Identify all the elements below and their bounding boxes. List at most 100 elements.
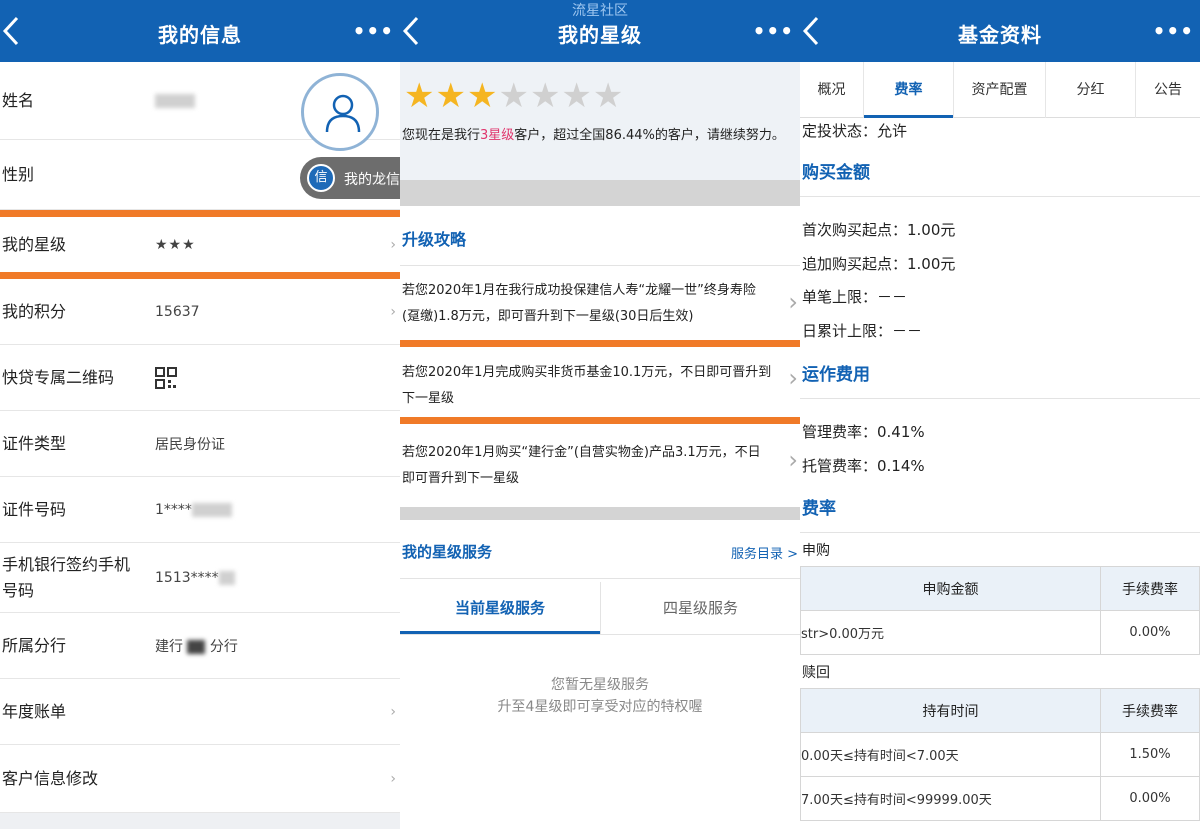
fund-tabs: 概况 费率 资产配置 分红 公告 <box>800 62 1200 118</box>
divider <box>400 578 800 579</box>
divider <box>800 532 1200 533</box>
custody-fee: 托管费率：0.14% <box>802 457 925 475</box>
avatar[interactable] <box>301 73 379 151</box>
row-label: 证件类型 <box>2 433 67 453</box>
tab-asset-allocation[interactable]: 资产配置 <box>954 62 1046 118</box>
empty-state-title: 您暂无星级服务 <box>551 677 649 693</box>
section-divider <box>400 507 800 520</box>
divider <box>400 634 800 635</box>
tab-overview[interactable]: 概况 <box>800 62 864 118</box>
divider <box>800 398 1200 399</box>
upgrade-tip[interactable]: 若您2020年1月购买“建行金”(自营实物金)产品3.1万元，不日即可晋升到下一… <box>402 440 772 492</box>
row-label: 证件号码 <box>2 499 67 519</box>
divider <box>800 196 1200 197</box>
row-label: 手机银行签约手机号码 <box>2 554 131 600</box>
info-row-phone: 手机银行签约手机号码 1513**** <box>0 543 400 613</box>
page-title: 我的星级 <box>558 23 642 47</box>
tab-announcements[interactable]: 公告 <box>1136 62 1200 118</box>
upgrade-tip[interactable]: 若您2020年1月在我行成功投保建信人寿“龙耀一世”终身寿险(趸缴)1.8万元，… <box>402 278 772 330</box>
tab-four-star-service[interactable]: 四星级服务 <box>600 582 800 634</box>
chevron-right-icon: › <box>788 288 798 316</box>
row-value <box>155 93 195 109</box>
upgrade-title: 升级攻略 <box>402 230 467 249</box>
star-rating: ★★★ <box>155 236 196 253</box>
service-catalog-link[interactable]: 服务目录 > <box>731 543 798 562</box>
chevron-right-icon: › <box>390 303 396 320</box>
highlight-bar <box>0 272 400 279</box>
footer-spacer <box>0 813 400 829</box>
header-bar: 我的星级 ••• <box>400 0 800 62</box>
single-purchase-max: 单笔上限：－－ <box>802 288 908 306</box>
auto-invest-status: 定投状态：允许 <box>802 122 908 140</box>
info-row-edit-profile[interactable]: 客户信息修改 › <box>0 745 400 813</box>
table-cell: str>0.00万元 <box>800 610 1101 655</box>
column-header: 手续费率 <box>1100 566 1200 611</box>
more-menu-button[interactable]: ••• <box>1153 19 1194 43</box>
column-header: 手续费率 <box>1100 688 1200 733</box>
badge-label: 我的龙信 <box>344 172 400 188</box>
more-menu-button[interactable]: ••• <box>353 19 394 43</box>
user-icon <box>325 94 361 133</box>
first-purchase-min: 首次购买起点：1.00元 <box>802 221 956 239</box>
row-label: 年度账单 <box>2 701 67 721</box>
header-bar: 基金资料 ••• <box>800 0 1200 62</box>
info-row-points[interactable]: 我的积分 15637 › <box>0 279 400 345</box>
tab-dividends[interactable]: 分红 <box>1046 62 1136 118</box>
additional-purchase-min: 追加购买起点：1.00元 <box>802 255 956 273</box>
info-row-id-type: 证件类型 居民身份证 <box>0 411 400 477</box>
star-empty-icon: ★ <box>498 76 530 116</box>
section-divider <box>400 180 800 206</box>
my-info-screen: 我的信息 ••• 姓名 性别 信 我的龙信 我的星级 ★★★ › 我的积分 15… <box>0 0 400 829</box>
header-bar: 我的信息 ••• <box>0 0 400 62</box>
row-value: 居民身份证 <box>155 436 225 453</box>
row-label: 姓名 <box>2 90 35 110</box>
row-value: 1513**** <box>155 570 235 586</box>
table-row: 7.00天≤持有时间<99999.00天 0.00% <box>800 776 1200 821</box>
star-filled-icon: ★ <box>466 76 499 116</box>
star-empty-icon: ★ <box>529 76 562 116</box>
my-star-level-screen: 我的星级 ••• ★★★★★★★ 您现在是我行3星级客户，超过全国86.44%的… <box>400 0 800 829</box>
info-row-qrcode[interactable]: 快贷专属二维码 <box>0 345 400 411</box>
column-header: 持有时间 <box>800 688 1101 733</box>
redeem-label: 赎回 <box>802 665 830 681</box>
page-title: 基金资料 <box>958 23 1042 47</box>
star-rating: ★★★★★★★ <box>404 76 624 116</box>
table-cell: 7.00天≤持有时间<99999.00天 <box>800 776 1101 821</box>
row-label: 我的积分 <box>2 301 67 321</box>
table-cell: 1.50% <box>1100 732 1200 777</box>
daily-purchase-max: 日累计上限：－－ <box>802 322 923 340</box>
management-fee: 管理费率：0.41% <box>802 423 925 441</box>
qr-code-icon <box>155 366 177 389</box>
row-value: 建行 分行 <box>155 638 238 655</box>
redeem-fee-table: 持有时间 手续费率 0.00天≤持有时间<7.00天 1.50% 7.00天≤持… <box>800 688 1200 821</box>
section-title-operating-fees: 运作费用 <box>802 365 870 385</box>
row-value: 15637 <box>155 303 200 320</box>
row-label: 所属分行 <box>2 635 67 655</box>
row-label: 客户信息修改 <box>2 768 99 788</box>
row-value: 1**** <box>155 502 232 518</box>
chevron-right-icon: › <box>390 703 396 720</box>
upgrade-tip[interactable]: 若您2020年1月完成购买非货币基金10.1万元，不日即可晋升到下一星级 <box>402 360 772 412</box>
star-empty-icon: ★ <box>561 76 593 116</box>
column-header: 申购金额 <box>800 566 1101 611</box>
info-row-id-number: 证件号码 1**** <box>0 477 400 543</box>
section-title-fee-rates: 费率 <box>802 499 836 519</box>
chevron-right-icon: › <box>788 446 798 474</box>
row-label: 性别 <box>2 164 35 184</box>
star-empty-icon: ★ <box>592 76 625 116</box>
table-row: str>0.00万元 0.00% <box>800 610 1200 655</box>
highlight-bar <box>0 210 400 217</box>
table-cell: 0.00天≤持有时间<7.00天 <box>800 732 1101 777</box>
tab-fees[interactable]: 费率 <box>864 62 954 118</box>
info-row-star-level[interactable]: 我的星级 ★★★ › <box>0 217 400 272</box>
highlight-bar <box>400 417 800 424</box>
info-row-annual-bill[interactable]: 年度账单 › <box>0 679 400 745</box>
table-cell: 0.00% <box>1100 776 1200 821</box>
more-menu-button[interactable]: ••• <box>753 19 794 43</box>
longxin-icon: 信 <box>307 164 335 192</box>
longxin-badge-button[interactable]: 信 我的龙信 <box>300 157 400 199</box>
highlight-bar <box>400 340 800 347</box>
tab-current-service[interactable]: 当前星级服务 <box>400 582 600 634</box>
service-title: 我的星级服务 <box>402 543 493 561</box>
star-filled-icon: ★ <box>404 76 436 116</box>
